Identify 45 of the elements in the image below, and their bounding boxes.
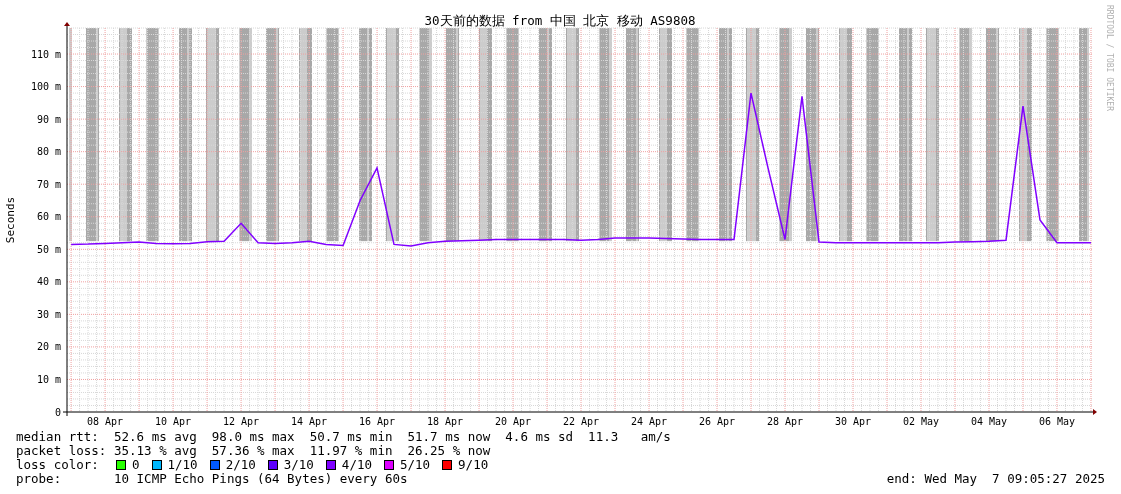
axis-tick-label: 30 m xyxy=(36,308,61,320)
axis-tick-label: 40 m xyxy=(36,276,61,288)
chart-title: 30天前的数据 from 中国 北京 移动 AS9808 xyxy=(424,13,696,28)
axis-tick-label: 18 Apr xyxy=(427,416,464,427)
axis-tick-label: 100 m xyxy=(30,81,61,93)
legend-label: 0 xyxy=(132,458,140,472)
axis-tick-label: 50 m xyxy=(36,243,61,255)
axis-tick-label: 90 m xyxy=(36,113,61,125)
axis-tick-label: 80 m xyxy=(36,146,61,158)
legend-stats: 52.6 ms avg 98.0 ms max 50.7 ms min 51.7 ms now 4.6 ms sd 11.3 am/s xyxy=(114,430,671,444)
axis-tick-label: 20 Apr xyxy=(494,416,532,427)
axis-tick-label: 10 Apr xyxy=(155,416,192,427)
legend-label: 3/10 xyxy=(283,458,314,472)
axis-tick-label: 16 Apr xyxy=(359,416,396,427)
axis-tick-label: 04 May xyxy=(970,416,1008,427)
axis-tick-label: 110 m xyxy=(30,48,61,60)
legend-label: 9/10 xyxy=(458,458,489,472)
end-time: end: Wed May 7 09:05:27 2025 xyxy=(886,472,1105,486)
axis-tick-label: 26 Apr xyxy=(698,416,736,427)
legend-label: 1/10 xyxy=(167,458,198,472)
legend-label: probe: xyxy=(16,472,63,486)
legend-stats: 35.13 % avg 57.36 % max 11.97 % min 26.25 % now xyxy=(114,444,491,458)
legend-label: 4/10 xyxy=(341,458,372,472)
axis-tick-label: 10 m xyxy=(36,373,61,385)
axis-tick-label: 12 Apr xyxy=(223,416,260,427)
axis-tick-label: 06 May xyxy=(1038,416,1076,427)
axis-tick-label: 28 Apr xyxy=(766,416,804,427)
legend-label: median rtt: xyxy=(16,430,100,444)
axis-tick-label: 30 Apr xyxy=(834,416,872,427)
axis-tick-label: 22 Apr xyxy=(562,416,600,427)
axis-tick-label: 60 m xyxy=(36,211,61,223)
legend-label: packet loss: xyxy=(16,444,108,458)
axis-tick-label: 20 m xyxy=(36,341,61,353)
axis-tick-label: 02 May xyxy=(902,416,940,427)
axis-tick-label: 14 Apr xyxy=(291,416,328,427)
legend-label: loss color: xyxy=(16,458,100,472)
axis-tick-label: 08 Apr xyxy=(87,416,124,427)
credit-text: RRDTOOL / TOBI OETIKER xyxy=(1105,5,1114,111)
axis-tick-label: 70 m xyxy=(36,178,61,190)
probe-text: 10 ICMP Echo Pings (64 Bytes) every 60s xyxy=(114,472,408,486)
legend-label: 5/10 xyxy=(399,458,431,472)
axis-title: Seconds xyxy=(4,196,17,244)
axis-tick-label: 0 xyxy=(54,406,61,418)
legend-label: 2/10 xyxy=(225,458,256,472)
axis-tick-label: 24 Apr xyxy=(630,416,668,427)
